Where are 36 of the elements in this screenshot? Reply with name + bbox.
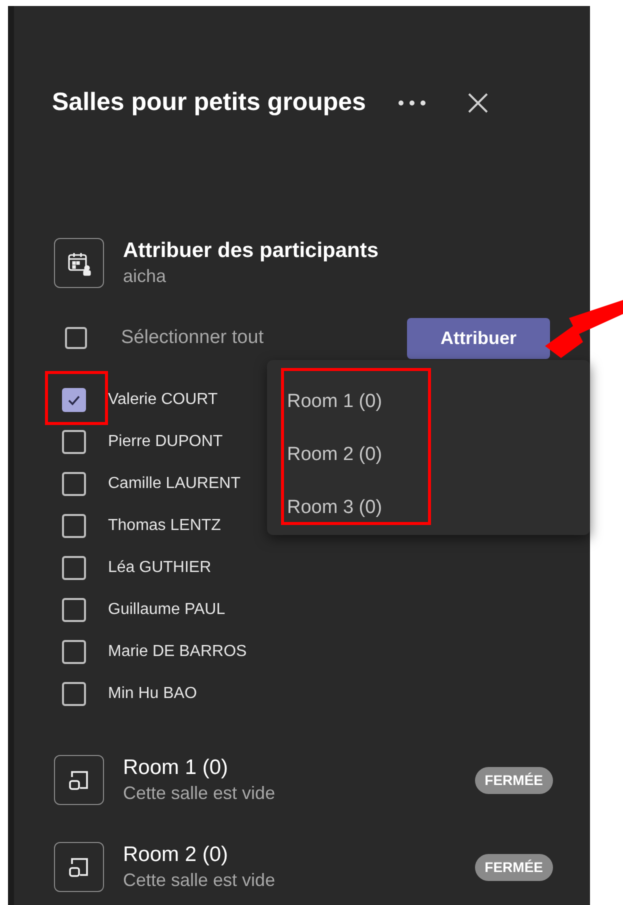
calendar-people-icon (54, 238, 104, 288)
participant-name: Valerie COURT (108, 390, 218, 410)
checkbox[interactable] (62, 640, 86, 664)
checkbox[interactable] (62, 430, 86, 454)
assign-button[interactable]: Attribuer (407, 318, 550, 358)
room-status: Cette salle est vide (123, 782, 276, 805)
section-title: Attribuer des participants (123, 238, 379, 264)
checkbox[interactable] (62, 514, 86, 538)
checkbox[interactable] (62, 472, 86, 496)
menu-item[interactable]: Room 1 (0) (287, 376, 382, 429)
room-icon (54, 842, 104, 892)
participant-name: Pierre DUPONT (108, 432, 223, 452)
participant-name: Camille LAURENT (108, 474, 240, 494)
room-name: Room 2 (0) (123, 842, 230, 868)
room-status: Cette salle est vide (123, 869, 276, 892)
close-icon[interactable] (466, 92, 489, 114)
participant-name: Léa GUTHIER (108, 558, 212, 578)
organizer-name: aicha (123, 265, 168, 288)
more-options-icon[interactable] (396, 99, 427, 107)
checkbox[interactable] (62, 388, 86, 412)
checkbox[interactable] (62, 556, 86, 580)
checkbox[interactable] (62, 598, 86, 622)
checkbox[interactable] (62, 682, 86, 706)
select-all-label: Sélectionner tout (121, 326, 264, 350)
participant-name: Min Hu BAO (108, 684, 197, 704)
checkbox[interactable] (65, 327, 87, 349)
participant-name: Guillaume PAUL (108, 600, 226, 620)
participant-name: Marie DE BARROS (108, 642, 247, 662)
menu-item[interactable]: Room 3 (0) (287, 482, 382, 535)
room-name: Room 1 (0) (123, 755, 230, 781)
panel-title: Salles pour petits groupes (52, 87, 366, 118)
status-badge: FERMÉE (474, 854, 553, 880)
participant-name: Thomas LENTZ (108, 516, 221, 536)
status-badge: FERMÉE (474, 766, 553, 794)
menu-item[interactable]: Room 2 (0) (287, 429, 382, 482)
room-icon (54, 755, 104, 805)
